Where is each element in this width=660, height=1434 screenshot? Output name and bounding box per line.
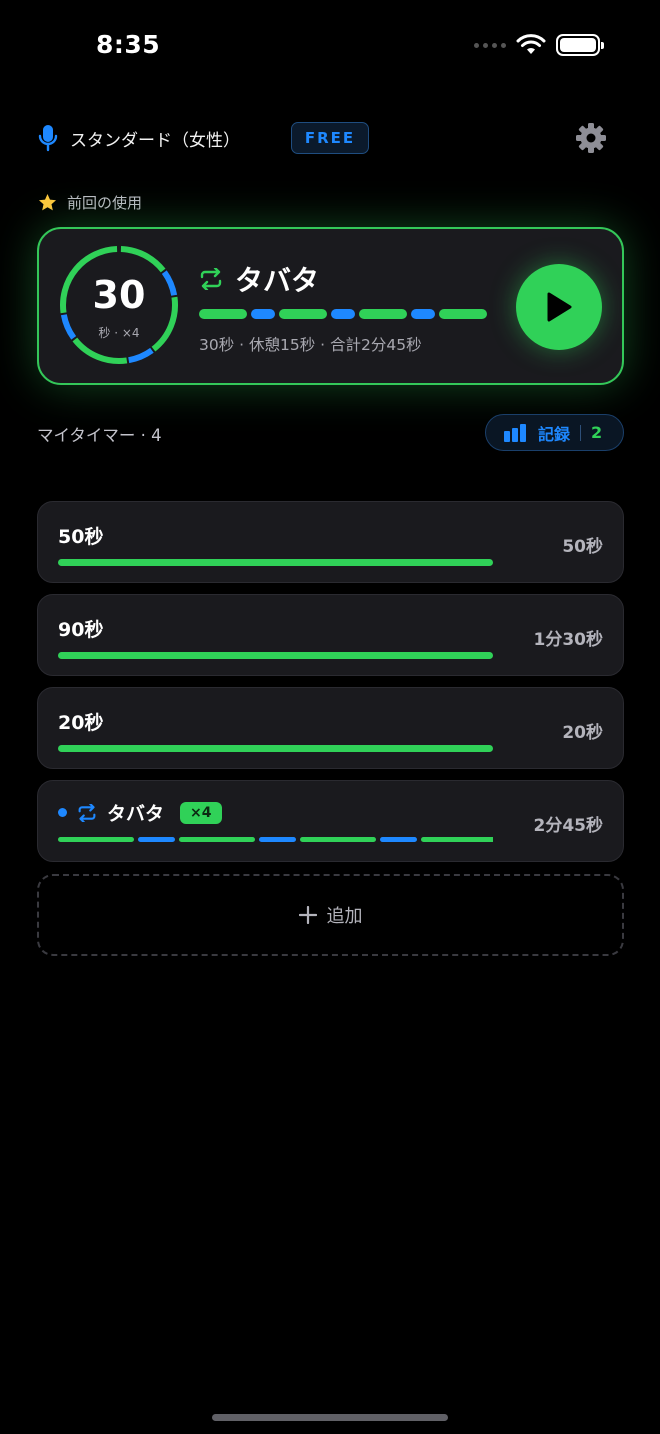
microphone-icon — [38, 125, 58, 152]
gear-icon[interactable] — [575, 122, 607, 154]
last-used-header: 前回の使用 — [38, 192, 142, 213]
timer-card-tabata[interactable]: タバタ ×4 2分45秒 — [37, 780, 624, 862]
last-used-title-row: タバタ — [199, 259, 319, 299]
timer-title: 20秒 — [58, 712, 104, 734]
ring-work-arc — [72, 337, 128, 364]
bar-chart-icon — [504, 423, 526, 442]
ring-work-arc — [120, 246, 166, 273]
add-label: 追加 — [326, 906, 363, 927]
last-used-dot — [58, 808, 67, 817]
add-timer-button[interactable]: 追加 — [37, 874, 624, 956]
cellular-signal-icon — [474, 42, 506, 48]
history-count: 2 — [591, 423, 603, 442]
my-timers-label: マイタイマー · 4 — [37, 426, 162, 445]
play-icon — [547, 292, 572, 322]
last-used-title: タバタ — [235, 264, 320, 297]
last-used-card[interactable]: 30 秒 · ×4 タバタ 30秒 · 休憩15秒 · 合計2分45秒 — [37, 227, 624, 385]
timer-progress-bar — [58, 745, 493, 752]
work-segment — [279, 309, 327, 319]
repeat-icon — [200, 268, 222, 290]
star-icon — [38, 193, 57, 211]
timer-duration: 1分30秒 — [533, 630, 604, 650]
timer-progress-bar — [58, 652, 493, 659]
timer-progress-bar — [58, 559, 493, 566]
ring-rest-arc — [128, 347, 154, 364]
wifi-icon — [516, 34, 546, 54]
home-indicator[interactable] — [212, 1414, 448, 1421]
timer-duration: 2分45秒 — [533, 816, 604, 836]
work-segment — [179, 837, 255, 842]
timer-title: タバタ — [107, 803, 165, 825]
timer-duration: 50秒 — [562, 537, 603, 557]
rest-segment — [331, 309, 355, 319]
ring-subtitle: 秒 · ×4 — [98, 326, 140, 340]
battery-icon — [556, 34, 604, 56]
work-segment — [199, 309, 247, 319]
history-label: 記録 — [538, 424, 571, 444]
rest-segment — [380, 837, 417, 842]
ring-value: 30 — [92, 273, 146, 317]
play-button[interactable] — [516, 264, 602, 350]
work-segment — [58, 837, 134, 842]
plus-icon — [298, 906, 317, 924]
interval-segments-small — [58, 837, 493, 842]
work-segment — [359, 309, 407, 319]
timer-title: 90秒 — [58, 619, 104, 641]
last-used-label: 前回の使用 — [67, 194, 143, 212]
rest-segment — [259, 837, 296, 842]
plan-badge[interactable]: FREE — [291, 122, 369, 154]
repeat-badge: ×4 — [180, 801, 222, 824]
timer-card-50s[interactable]: 50秒 50秒 — [37, 501, 624, 583]
last-used-description: 30秒 · 休憩15秒 · 合計2分45秒 — [199, 336, 422, 354]
history-button[interactable]: 記録 2 — [485, 414, 624, 451]
voice-label: スタンダード（女性） — [70, 130, 240, 151]
rest-segment — [411, 309, 435, 319]
repeat-icon — [78, 803, 96, 822]
work-segment — [421, 837, 493, 842]
status-time: 8:35 — [96, 30, 161, 59]
rest-segment — [251, 309, 275, 319]
history-separator — [580, 424, 582, 441]
interval-segments — [199, 309, 487, 319]
timer-title: 50秒 — [58, 526, 104, 548]
timer-card-90s[interactable]: 90秒 1分30秒 — [37, 594, 624, 676]
work-segment — [300, 837, 376, 842]
voice-selector[interactable]: スタンダード（女性） — [38, 124, 240, 152]
timer-duration: 20秒 — [562, 723, 603, 743]
timer-head: タバタ ×4 — [58, 799, 222, 826]
timer-card-20s[interactable]: 20秒 20秒 — [37, 687, 624, 769]
status-icons — [474, 34, 604, 56]
rest-segment — [138, 837, 175, 842]
work-segment — [439, 309, 487, 319]
